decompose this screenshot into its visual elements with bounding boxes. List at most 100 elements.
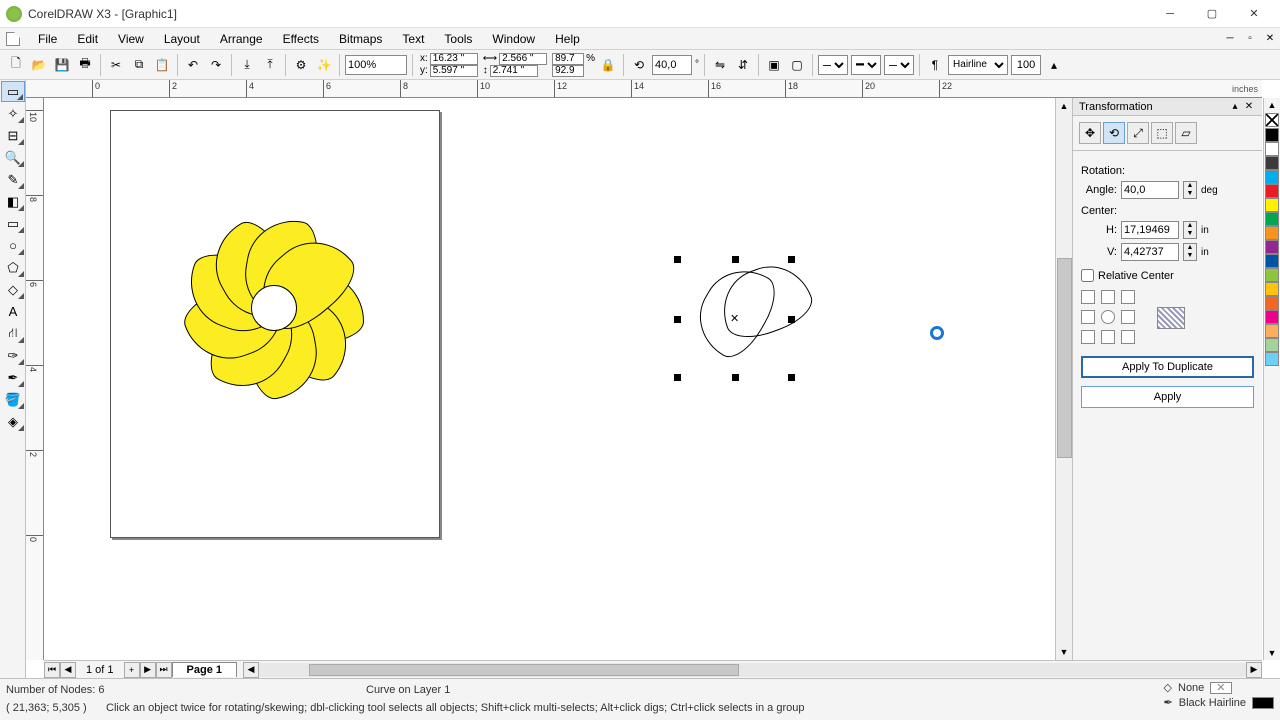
copy-icon[interactable]: ⧉ <box>129 55 149 75</box>
ellipse-tool[interactable]: ○ <box>1 235 25 256</box>
menu-edit[interactable]: Edit <box>67 30 108 48</box>
to-back-icon[interactable]: ▢ <box>787 55 807 75</box>
scale-tab[interactable]: ⤢ <box>1127 122 1149 144</box>
mdi-minimize[interactable]: ─ <box>1221 31 1239 47</box>
scroll-up[interactable]: ▲ <box>1056 98 1072 114</box>
cut-icon[interactable]: ✂ <box>106 55 126 75</box>
tint-input[interactable] <box>1011 55 1041 75</box>
h-spinner[interactable]: ▲▼ <box>1183 221 1197 239</box>
menu-text[interactable]: Text <box>392 30 434 48</box>
swatch[interactable] <box>1265 212 1279 226</box>
selected-object[interactable]: ✕ <box>680 238 820 378</box>
handle-mr[interactable] <box>788 316 795 323</box>
docker-close-icon[interactable]: ✕ <box>1242 101 1256 112</box>
print-icon[interactable]: 🖶 <box>75 55 95 75</box>
scroll-thumb-v[interactable] <box>1057 258 1072 458</box>
interactive-blend-tool[interactable]: ⛙ <box>1 323 25 344</box>
docker-titlebar[interactable]: Transformation ▴ ✕ <box>1073 98 1262 116</box>
docker-collapse-icon[interactable]: ▴ <box>1228 101 1242 112</box>
swatch[interactable] <box>1265 240 1279 254</box>
anchor-tc[interactable] <box>1101 290 1115 304</box>
swatch[interactable] <box>1265 296 1279 310</box>
handle-bl[interactable] <box>674 374 681 381</box>
swatch[interactable] <box>1265 170 1279 184</box>
swatch[interactable] <box>1265 254 1279 268</box>
swatch[interactable] <box>1265 310 1279 324</box>
swatch[interactable] <box>1265 142 1279 156</box>
horizontal-ruler[interactable]: 0246810121416182022 <box>26 80 1262 98</box>
fill-tool[interactable]: 🪣 <box>1 389 25 410</box>
menu-help[interactable]: Help <box>545 30 590 48</box>
anchor-ml[interactable] <box>1081 310 1095 324</box>
apply-to-duplicate-button[interactable]: Apply To Duplicate <box>1081 356 1254 378</box>
shape-tool[interactable]: ✧ <box>1 103 25 124</box>
v-spinner[interactable]: ▲▼ <box>1183 243 1197 261</box>
smart-fill-tool[interactable]: ◧ <box>1 191 25 212</box>
width-input[interactable] <box>499 53 547 65</box>
eyedropper-tool[interactable]: ✑ <box>1 345 25 366</box>
rotate-tab[interactable]: ⟲ <box>1103 122 1125 144</box>
maximize-button[interactable]: ▢ <box>1192 2 1232 26</box>
menu-layout[interactable]: Layout <box>154 30 210 48</box>
anchor-c[interactable] <box>1101 310 1115 324</box>
handle-tl[interactable] <box>674 256 681 263</box>
swatch[interactable] <box>1265 352 1279 366</box>
docker-v-input[interactable] <box>1121 243 1179 261</box>
swatch[interactable] <box>1265 268 1279 282</box>
handle-br[interactable] <box>788 374 795 381</box>
swatch[interactable] <box>1265 184 1279 198</box>
line-start-select[interactable]: — <box>818 55 848 75</box>
mirror-h-icon[interactable]: ⇋ <box>710 55 730 75</box>
anchor-grid[interactable] <box>1081 290 1137 346</box>
mdi-close[interactable]: ✕ <box>1261 31 1279 47</box>
handle-bc[interactable] <box>732 374 739 381</box>
hscroll-track[interactable] <box>259 663 1246 677</box>
apply-button[interactable]: Apply <box>1081 386 1254 408</box>
outline-swatch[interactable] <box>1252 697 1274 709</box>
menu-tools[interactable]: Tools <box>434 30 482 48</box>
swatch[interactable] <box>1265 128 1279 142</box>
scroll-down[interactable]: ▼ <box>1056 644 1072 660</box>
next-page-button[interactable]: ▶ <box>140 662 156 678</box>
menu-arrange[interactable]: Arrange <box>210 30 273 48</box>
last-page-button[interactable]: ⏭ <box>156 662 172 678</box>
freehand-tool[interactable]: ✎ <box>1 169 25 190</box>
save-icon[interactable]: 💾 <box>52 55 72 75</box>
hscroll-left[interactable]: ◀ <box>243 662 259 678</box>
swatch-nofill[interactable] <box>1265 113 1279 127</box>
basic-shapes-tool[interactable]: ◇ <box>1 279 25 300</box>
docker-h-input[interactable] <box>1121 221 1179 239</box>
anchor-br[interactable] <box>1121 330 1135 344</box>
close-button[interactable]: ✕ <box>1234 2 1274 26</box>
anchor-bc[interactable] <box>1101 330 1115 344</box>
minimize-button[interactable]: ─ <box>1150 2 1190 26</box>
lock-ratio-icon[interactable]: 🔒 <box>598 55 618 75</box>
handle-tr[interactable] <box>788 256 795 263</box>
handle-tc[interactable] <box>732 256 739 263</box>
app-launcher-icon[interactable]: ⚙ <box>291 55 311 75</box>
position-tab[interactable]: ✥ <box>1079 122 1101 144</box>
welcome-icon[interactable]: ✨ <box>314 55 334 75</box>
menu-effects[interactable]: Effects <box>273 30 329 48</box>
scale-y[interactable] <box>552 65 584 77</box>
swatch[interactable] <box>1265 226 1279 240</box>
spinner-icon[interactable]: ▴ <box>1044 55 1064 75</box>
hscroll-thumb[interactable] <box>309 664 739 676</box>
vertical-ruler[interactable]: 1086420 <box>26 98 44 660</box>
open-icon[interactable]: 📂 <box>29 55 49 75</box>
size-tab[interactable]: ⬚ <box>1151 122 1173 144</box>
interactive-fill-tool[interactable]: ◈ <box>1 411 25 432</box>
swatch[interactable] <box>1265 156 1279 170</box>
anchor-bl[interactable] <box>1081 330 1095 344</box>
first-page-button[interactable]: ⏮ <box>44 662 60 678</box>
export-icon[interactable]: ⤒ <box>260 55 280 75</box>
rotate-icon[interactable]: ⟲ <box>629 55 649 75</box>
docker-angle-input[interactable] <box>1121 181 1179 199</box>
paste-icon[interactable]: 📋 <box>152 55 172 75</box>
y-position[interactable] <box>430 65 478 77</box>
palette-down-icon[interactable]: ▼ <box>1268 648 1277 660</box>
anchor-tl[interactable] <box>1081 290 1095 304</box>
line-style-select[interactable]: ━ <box>851 55 881 75</box>
redo-icon[interactable]: ↷ <box>206 55 226 75</box>
new-icon[interactable]: 🗋 <box>6 55 26 75</box>
